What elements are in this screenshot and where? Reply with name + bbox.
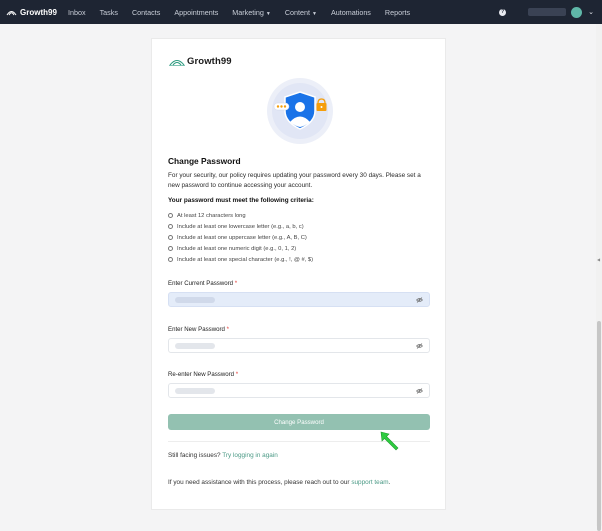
list-item: Include at least one uppercase letter (e… (168, 232, 313, 243)
logo-text: Growth99 (187, 56, 232, 67)
nav-items: Inbox Tasks Contacts Appointments Market… (62, 8, 417, 17)
scroll-arrow-icon[interactable]: ◀ (597, 257, 600, 262)
assist-text: If you need assistance with this process… (168, 479, 350, 486)
intro-text: For your security, our policy requires u… (168, 172, 421, 189)
nav-item-label: Inbox (68, 7, 86, 17)
bullet-icon (168, 213, 173, 218)
nav-item-label: Reports (384, 7, 411, 17)
try-login-link[interactable]: Try logging in again (222, 452, 278, 459)
criteria-text: At least 12 characters long (177, 212, 246, 219)
required-mark: * (226, 326, 229, 333)
page-title: Change Password (168, 156, 241, 166)
nav-item-inbox[interactable]: Inbox (62, 8, 93, 17)
growth99-logo-icon (169, 59, 185, 66)
brand-name: Growth99 (20, 7, 57, 17)
nav-item-contacts[interactable]: Contacts (125, 8, 167, 17)
bullet-icon (168, 235, 173, 240)
eye-off-icon[interactable] (416, 296, 423, 303)
new-password-label: Enter New Password * (168, 326, 229, 333)
list-item: Include at least one special character (… (168, 254, 313, 265)
list-item: At least 12 characters long (168, 210, 313, 221)
nav-item-appointments[interactable]: Appointments (167, 8, 225, 17)
eye-off-icon[interactable] (416, 342, 423, 349)
growth99-logo-icon (6, 10, 17, 15)
still-text: Still facing issues? (168, 452, 221, 459)
masked-value-redacted (175, 343, 215, 349)
help-icon[interactable]: ? (499, 8, 507, 16)
nav-item-label: Marketing (232, 7, 264, 17)
nav-item-label: Content (284, 7, 310, 17)
eye-off-icon[interactable] (416, 387, 423, 394)
nav-item-label: Automations (330, 7, 371, 17)
brand-logo[interactable]: Growth99 (0, 8, 62, 17)
help-label: ? (501, 9, 505, 15)
arrow-cursor-icon (380, 431, 399, 451)
criteria-text: Include at least one special character (… (177, 256, 314, 263)
nav-item-marketing[interactable]: Marketing ▼ (225, 8, 278, 17)
label-text: Re-enter New Password (168, 371, 235, 378)
avatar[interactable] (571, 6, 583, 18)
criteria-text: Include at least one uppercase letter (e… (177, 234, 307, 241)
chevron-down-icon[interactable]: ⌄ (588, 8, 594, 16)
reenter-password-field[interactable] (168, 383, 430, 398)
nav-item-label: Tasks (99, 7, 118, 17)
reenter-password-label: Re-enter New Password * (168, 371, 238, 378)
current-password-label: Enter Current Password * (168, 280, 237, 287)
masked-value-redacted (175, 297, 215, 303)
assist-end: . (388, 479, 391, 486)
assistance-text: If you need assistance with this process… (168, 479, 390, 486)
required-mark: * (235, 371, 239, 378)
criteria-text: Include at least one lowercase letter (e… (177, 223, 304, 230)
bullet-icon (168, 257, 173, 262)
nav-right: ? ⌄ (499, 0, 602, 24)
shield-user-icon (273, 91, 327, 130)
still-facing-issues: Still facing issues? Try logging in agai… (168, 452, 278, 459)
required-mark: * (234, 280, 238, 287)
caret-down-icon: ▼ (265, 10, 271, 17)
criteria-list: At least 12 characters long Include at l… (168, 210, 313, 265)
nav-item-label: Contacts (131, 7, 161, 17)
nav-item-reports[interactable]: Reports (378, 8, 417, 17)
user-name-redacted[interactable] (528, 8, 567, 16)
criteria-heading: Your password must meet the following cr… (168, 197, 314, 204)
nav-item-label: Appointments (174, 7, 219, 17)
bullet-icon (168, 224, 173, 229)
change-password-card: Growth99 Change Password For your securi… (151, 38, 446, 510)
current-password-field[interactable] (168, 292, 430, 307)
list-item: Include at least one numeric digit (e.g.… (168, 243, 313, 254)
list-item: Include at least one lowercase letter (e… (168, 221, 313, 232)
label-text: Enter Current Password (168, 280, 234, 287)
card-logo: Growth99 (169, 56, 232, 67)
caret-down-icon: ▼ (312, 10, 317, 17)
nav-item-tasks[interactable]: Tasks (93, 8, 125, 17)
top-nav: Growth99 Inbox Tasks Contacts Appointmen… (0, 0, 602, 24)
change-password-button[interactable]: Change Password (168, 414, 430, 430)
scrollbar-thumb[interactable] (597, 321, 601, 531)
label-text: Enter New Password (168, 326, 225, 333)
masked-value-redacted (175, 388, 215, 394)
support-team-link[interactable]: support team (351, 479, 388, 486)
criteria-text: Include at least one numeric digit (e.g.… (177, 245, 297, 252)
bullet-icon (168, 246, 173, 251)
security-illustration (267, 78, 333, 144)
nav-item-content[interactable]: Content ▼ (278, 8, 324, 17)
new-password-field[interactable] (168, 338, 430, 353)
nav-item-automations[interactable]: Automations (324, 8, 378, 17)
page-scrollbar[interactable]: ◀ (596, 24, 602, 531)
